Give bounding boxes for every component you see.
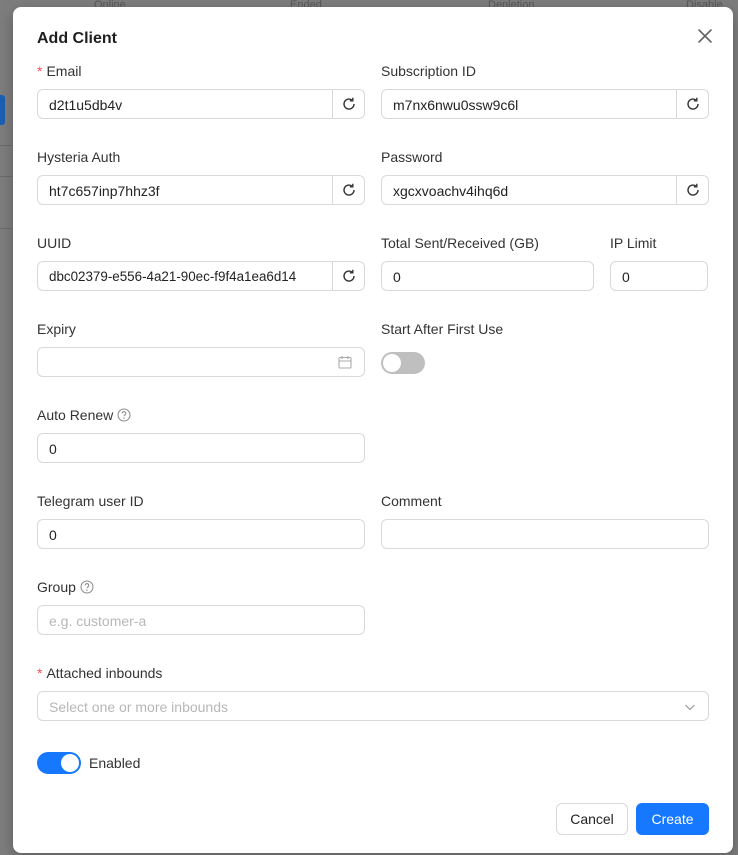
total-traffic-label: Total Sent/Received (GB) <box>381 235 539 251</box>
bg-divider <box>0 145 12 146</box>
auto-renew-label: Auto Renew <box>37 407 131 425</box>
ip-limit-value: 0 <box>622 269 630 285</box>
telegram-user-id-input[interactable]: 0 <box>37 519 365 549</box>
email-value: d2t1u5db4v <box>49 97 123 113</box>
uuid-value: dbc02379-e556-4a21-90ec-f9f4a1ea6d14 <box>49 269 297 284</box>
expiry-label: Expiry <box>37 321 76 337</box>
ip-limit-label: IP Limit <box>610 235 657 251</box>
comment-label: Comment <box>381 493 442 509</box>
required-asterisk: * <box>37 63 43 79</box>
modal-title: Add Client <box>37 30 117 47</box>
subscription-id-value: m7nx6nwu0ssw9c6l <box>393 97 519 113</box>
bg-button <box>0 95 5 125</box>
create-button[interactable]: Create <box>636 803 709 835</box>
auto-renew-input[interactable]: 0 <box>37 433 365 463</box>
hysteria-auth-value: ht7c657inp7hhz3f <box>49 183 160 199</box>
group-placeholder: e.g. customer-a <box>49 613 147 629</box>
reload-icon[interactable] <box>332 262 364 290</box>
expiry-date-picker[interactable] <box>37 347 365 377</box>
email-label: * Email <box>37 63 82 79</box>
subscription-id-input[interactable]: m7nx6nwu0ssw9c6l <box>381 89 709 119</box>
reload-icon[interactable] <box>332 90 364 118</box>
password-label: Password <box>381 149 443 165</box>
attached-inbounds-placeholder: Select one or more inbounds <box>49 699 228 715</box>
question-circle-icon[interactable] <box>117 408 131 425</box>
reload-icon[interactable] <box>676 90 708 118</box>
switch-knob <box>383 354 401 372</box>
chevron-down-icon <box>684 700 696 716</box>
telegram-user-id-label: Telegram user ID <box>37 493 144 509</box>
group-input[interactable]: e.g. customer-a <box>37 605 365 635</box>
enabled-switch[interactable] <box>37 752 81 774</box>
password-input[interactable]: xgcxvoachv4ihq6d <box>381 175 709 205</box>
calendar-icon <box>338 355 352 372</box>
total-traffic-input[interactable]: 0 <box>381 261 594 291</box>
question-circle-icon[interactable] <box>80 580 94 597</box>
enabled-label: Enabled <box>89 755 141 771</box>
ip-limit-input[interactable]: 0 <box>610 261 708 291</box>
bg-divider <box>0 228 12 229</box>
start-after-first-use-switch[interactable] <box>381 352 425 374</box>
telegram-user-id-value: 0 <box>49 527 57 543</box>
attached-inbounds-select[interactable]: Select one or more inbounds <box>37 691 709 721</box>
email-input[interactable]: d2t1u5db4v <box>37 89 365 119</box>
switch-knob <box>61 754 79 772</box>
total-traffic-value: 0 <box>393 269 401 285</box>
reload-icon[interactable] <box>332 176 364 204</box>
close-icon[interactable] <box>695 26 715 46</box>
hysteria-auth-label: Hysteria Auth <box>37 149 121 165</box>
password-value: xgcxvoachv4ihq6d <box>393 183 509 199</box>
hysteria-auth-input[interactable]: ht7c657inp7hhz3f <box>37 175 365 205</box>
bg-divider <box>0 176 12 177</box>
cancel-button[interactable]: Cancel <box>556 803 628 835</box>
uuid-input[interactable]: dbc02379-e556-4a21-90ec-f9f4a1ea6d14 <box>37 261 365 291</box>
uuid-label: UUID <box>37 235 72 251</box>
comment-input[interactable] <box>381 519 709 549</box>
required-asterisk: * <box>37 665 43 681</box>
group-label: Group <box>37 579 94 597</box>
add-client-modal: Add Client * Email d2t1u5db4v Subscriptio… <box>13 7 733 853</box>
subscription-id-label: Subscription ID <box>381 63 476 79</box>
auto-renew-value: 0 <box>49 441 57 457</box>
reload-icon[interactable] <box>676 176 708 204</box>
start-after-first-use-label: Start After First Use <box>381 321 504 337</box>
attached-inbounds-label: * Attached inbounds <box>37 665 163 681</box>
